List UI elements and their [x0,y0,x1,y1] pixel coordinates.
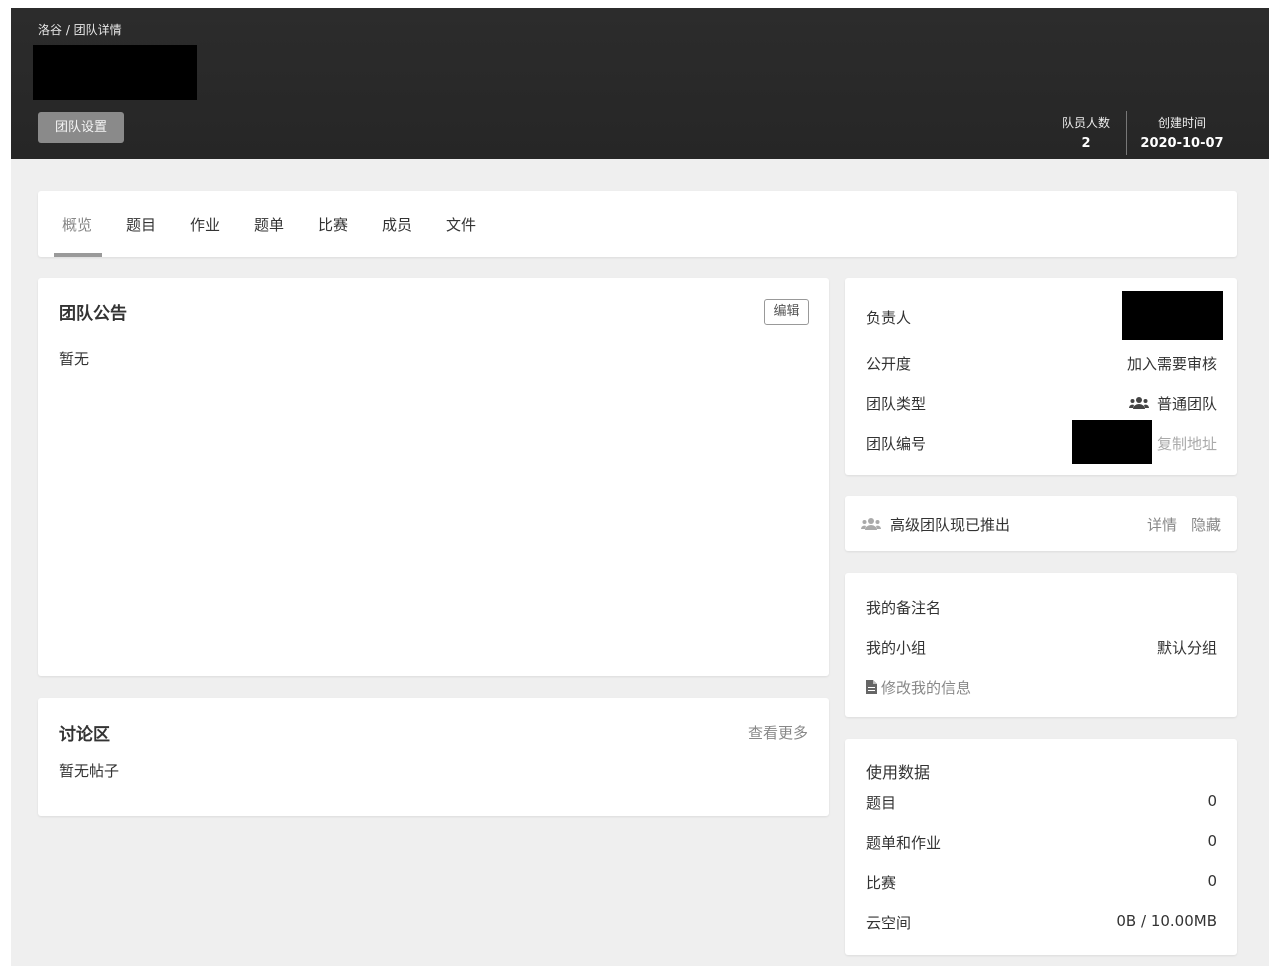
tab-problem-lists[interactable]: 题单 [254,214,284,235]
created-time-value: 2020-10-07 [1140,136,1224,151]
discussion-content: 暂无帖子 [59,762,120,780]
tab-files[interactable]: 文件 [446,214,476,235]
team-info-card: 负责人 公开度 加入需要审核 团队类型 普通团队 团队编号 复制地址 [845,278,1237,475]
breadcrumb[interactable]: 洛谷 / 团队详情 [38,21,122,38]
discussion-title: 讨论区 [59,725,110,745]
file-icon [866,680,877,694]
my-info-card: 我的备注名 我的小组 默认分组 修改我的信息 [845,573,1237,717]
team-settings-button[interactable]: 团队设置 [38,112,124,143]
page-frame: 洛谷 / 团队详情 团队设置 队员人数 2 创建时间 2020-10-07 概览… [11,8,1269,966]
my-group-value: 默认分组 [1156,639,1217,657]
tab-problems[interactable]: 题目 [126,214,156,235]
team-type-text: 普通团队 [1156,395,1217,413]
member-count-stat: 队员人数 2 [1051,112,1121,154]
usage-contests-value: 0 [1207,872,1217,890]
edit-announcement-button[interactable]: 编辑 [764,299,809,325]
edit-my-info-link[interactable]: 修改我的信息 [866,677,971,698]
usage-problems-label: 题目 [866,794,897,812]
active-tab-indicator [54,253,102,257]
usage-card: 使用数据 题目 0 题单和作业 0 比赛 0 云空间 0B / 10.00MB [845,739,1237,955]
my-group-label: 我的小组 [866,639,927,657]
created-time-stat: 创建时间 2020-10-07 [1135,112,1229,154]
announcement-content: 暂无 [59,350,90,368]
advanced-team-promo: 高级团队现已推出 详情 隐藏 [845,496,1237,551]
promo-details-link[interactable]: 详情 [1147,514,1177,535]
copy-address-link[interactable]: 复制地址 [1157,433,1217,454]
tab-members[interactable]: 成员 [382,214,412,235]
team-name-redacted [33,45,197,100]
created-time-label: 创建时间 [1157,116,1206,130]
team-icon [861,518,881,530]
tab-contests[interactable]: 比赛 [318,214,348,235]
usage-contests-label: 比赛 [866,874,897,892]
visibility-value: 加入需要审核 [1126,355,1217,373]
tab-bar: 概览 题目 作业 题单 比赛 成员 文件 [38,191,1237,257]
usage-storage-value: 0B / 10.00MB [1116,912,1217,930]
discussion-card: 讨论区 查看更多 暂无帖子 [38,698,829,816]
remark-name-label: 我的备注名 [866,599,942,617]
promo-hide-link[interactable]: 隐藏 [1191,514,1221,535]
usage-problems-value: 0 [1207,792,1217,810]
team-icon [1128,397,1149,409]
team-type-value: 普通团队 [1128,393,1217,414]
usage-lists-value: 0 [1207,832,1217,850]
team-id-label: 团队编号 [866,435,927,453]
usage-lists-label: 题单和作业 [866,834,942,852]
member-count-value: 2 [1081,136,1091,151]
announcement-card: 团队公告 编辑 暂无 [38,278,829,676]
edit-my-info-label: 修改我的信息 [881,679,972,697]
announcement-title: 团队公告 [59,304,127,324]
stat-divider [1126,111,1127,155]
visibility-label: 公开度 [866,355,912,373]
owner-redacted [1122,291,1223,340]
usage-storage-label: 云空间 [866,914,912,932]
view-more-link[interactable]: 查看更多 [748,722,808,743]
team-type-label: 团队类型 [866,395,927,413]
owner-label: 负责人 [866,309,912,327]
usage-title: 使用数据 [866,763,931,782]
tab-overview[interactable]: 概览 [62,214,92,235]
member-count-label: 队员人数 [1061,116,1110,130]
promo-text: 高级团队现已推出 [890,516,1011,534]
team-id-redacted [1072,420,1152,464]
tab-homework[interactable]: 作业 [190,214,220,235]
team-header: 洛谷 / 团队详情 团队设置 队员人数 2 创建时间 2020-10-07 [11,8,1269,159]
